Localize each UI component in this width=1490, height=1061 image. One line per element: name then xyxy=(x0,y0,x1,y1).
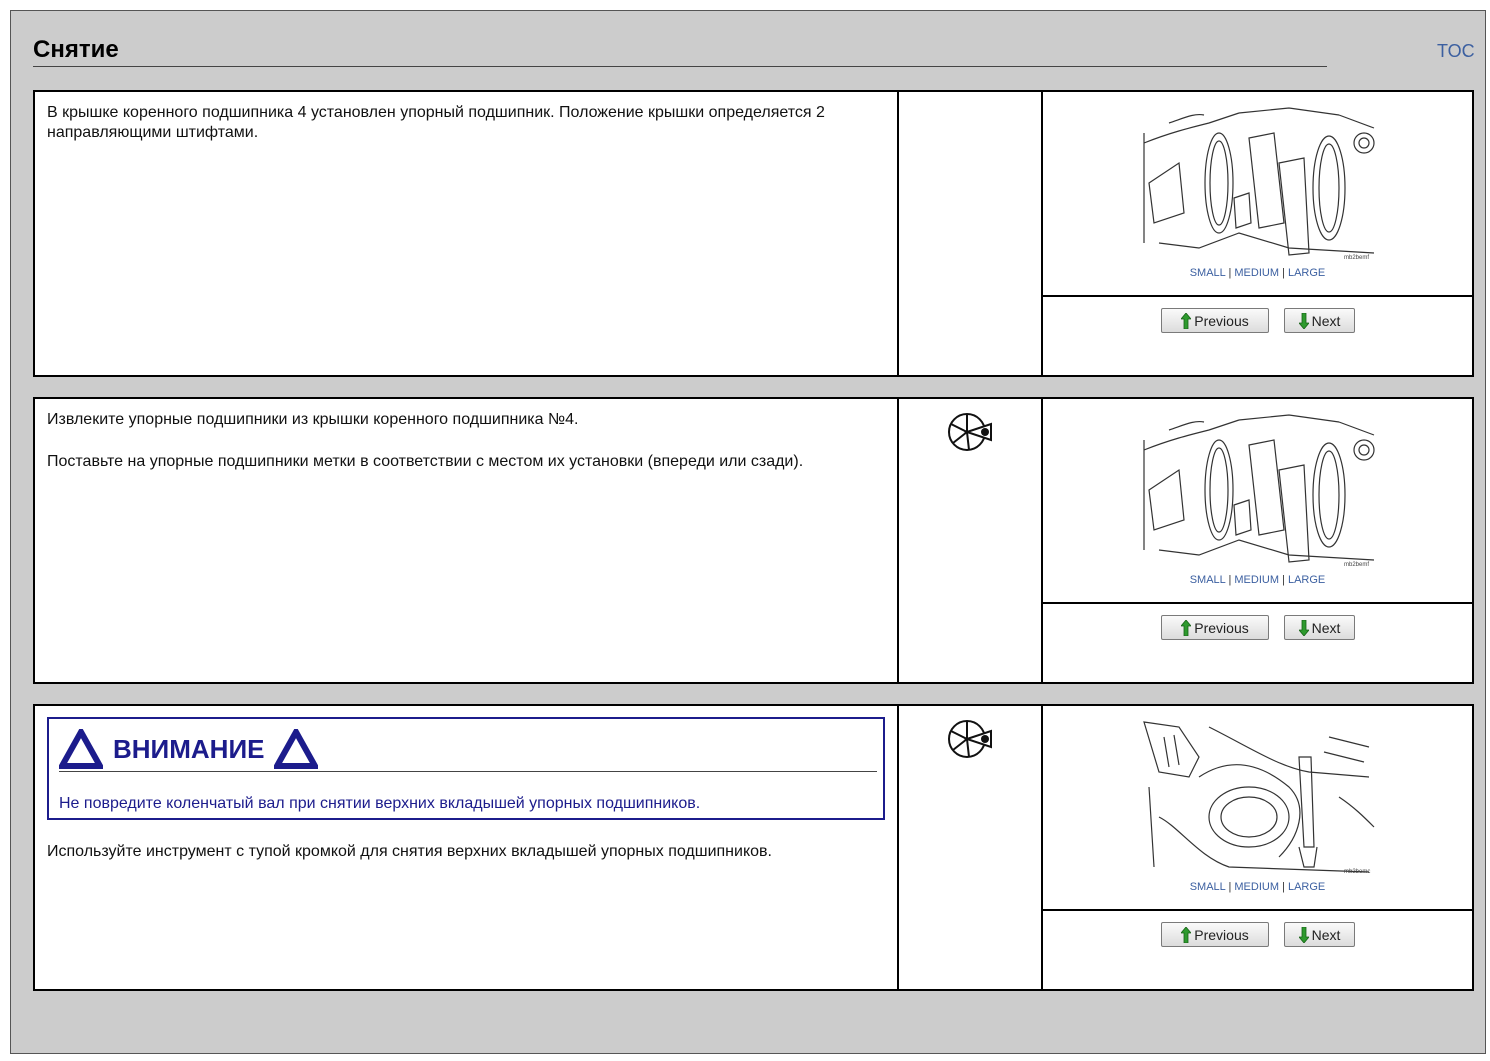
size-link-small[interactable]: SMALL xyxy=(1190,881,1226,893)
green-arrow-down-icon xyxy=(1298,312,1309,329)
next-button[interactable]: Next xyxy=(1284,308,1355,333)
navigation-cell: Previous Next xyxy=(1043,295,1472,375)
size-link-medium[interactable]: MEDIUM xyxy=(1234,881,1279,893)
crankshaft-illustration[interactable]: mb2bemc xyxy=(1139,717,1379,877)
size-link-medium[interactable]: MEDIUM xyxy=(1234,574,1279,586)
link-separator: | xyxy=(1228,267,1232,279)
step-text-cell: Извлеките упорные подшипники из крышки к… xyxy=(35,399,899,682)
previous-label: Previous xyxy=(1194,619,1249,636)
image-size-links: SMALL | MEDIUM | LARGE xyxy=(1043,574,1472,586)
step-row-1: В крышке коренного подшипника 4 установл… xyxy=(33,90,1474,377)
next-label: Next xyxy=(1311,619,1341,636)
step-text-cell: В крышке коренного подшипника 4 установл… xyxy=(35,92,899,375)
image-cell: mb2bemc SMALL | MEDIUM | LARGE xyxy=(1043,706,1472,911)
toc-link[interactable]: TOC xyxy=(1437,41,1475,62)
link-separator: | xyxy=(1282,881,1285,893)
link-separator: | xyxy=(1228,881,1232,893)
step-row-2: Извлеките упорные подшипники из крышки к… xyxy=(33,397,1474,684)
warning-text: Не повредите коленчатый вал при снятии в… xyxy=(59,795,701,812)
warning-header: ВНИМАНИЕ xyxy=(59,729,319,769)
green-arrow-up-icon xyxy=(1181,312,1192,329)
previous-label: Previous xyxy=(1194,312,1249,329)
green-arrow-down-icon xyxy=(1298,926,1309,943)
previous-button[interactable]: Previous xyxy=(1161,922,1269,947)
figure-code: mb2bemf xyxy=(1344,562,1369,568)
previous-button[interactable]: Previous xyxy=(1161,615,1269,640)
green-arrow-up-icon xyxy=(1181,619,1192,636)
image-size-links: SMALL | MEDIUM | LARGE xyxy=(1043,267,1472,279)
title-divider xyxy=(33,66,1327,67)
engine-illustration[interactable]: mb2bemf xyxy=(1139,103,1379,263)
link-separator: | xyxy=(1282,267,1285,279)
step-image-column: mb2bemf SMALL | MEDIUM | LARGE Previous … xyxy=(1043,399,1472,682)
size-link-large[interactable]: LARGE xyxy=(1288,574,1325,586)
step-image-column: mb2bemf SMALL | MEDIUM | LARGE Previous … xyxy=(1043,92,1472,375)
size-link-large[interactable]: LARGE xyxy=(1288,267,1325,279)
size-link-small[interactable]: SMALL xyxy=(1190,574,1226,586)
step-paragraph: Используйте инструмент с тупой кромкой д… xyxy=(47,843,772,860)
step-paragraph: В крышке коренного подшипника 4 установл… xyxy=(47,104,825,141)
warning-divider xyxy=(59,771,877,772)
step-paragraph: Поставьте на упорные подшипники метки в … xyxy=(47,453,804,470)
previous-label: Previous xyxy=(1194,926,1249,943)
warning-box: ВНИМАНИЕ Не повредите коленчатый вал при… xyxy=(47,717,885,820)
previous-button[interactable]: Previous xyxy=(1161,308,1269,333)
step-paragraph: Извлеките упорные подшипники из крышки к… xyxy=(47,411,579,428)
step-text-cell: ВНИМАНИЕ Не повредите коленчатый вал при… xyxy=(35,706,899,989)
next-label: Next xyxy=(1311,312,1341,329)
green-arrow-up-icon xyxy=(1181,926,1192,943)
figure-code: mb2bemf xyxy=(1344,255,1369,261)
image-cell: mb2bemf SMALL | MEDIUM | LARGE xyxy=(1043,92,1472,297)
step-icon-cell xyxy=(899,706,1043,989)
link-separator: | xyxy=(1228,574,1232,586)
navigation-cell: Previous Next xyxy=(1043,909,1472,989)
page-title: Снятие xyxy=(33,36,119,63)
step-icon-cell xyxy=(899,92,1043,375)
tool-wheel-icon xyxy=(948,413,992,451)
size-link-small[interactable]: SMALL xyxy=(1190,267,1226,279)
size-link-large[interactable]: LARGE xyxy=(1288,881,1325,893)
warning-triangle-icon xyxy=(59,729,103,769)
step-image-column: mb2bemc SMALL | MEDIUM | LARGE Previous … xyxy=(1043,706,1472,989)
image-size-links: SMALL | MEDIUM | LARGE xyxy=(1043,881,1472,893)
warning-title: ВНИМАНИЕ xyxy=(113,734,265,764)
figure-code: mb2bemc xyxy=(1344,869,1370,875)
warning-triangle-icon xyxy=(274,729,319,769)
step-row-3: ВНИМАНИЕ Не повредите коленчатый вал при… xyxy=(33,704,1474,991)
image-cell: mb2bemf SMALL | MEDIUM | LARGE xyxy=(1043,399,1472,604)
next-label: Next xyxy=(1311,926,1341,943)
next-button[interactable]: Next xyxy=(1284,922,1355,947)
link-separator: | xyxy=(1282,574,1285,586)
engine-illustration[interactable]: mb2bemf xyxy=(1139,410,1379,570)
tool-wheel-icon xyxy=(948,720,992,758)
green-arrow-down-icon xyxy=(1298,619,1309,636)
navigation-cell: Previous Next xyxy=(1043,602,1472,682)
step-icon-cell xyxy=(899,399,1043,682)
next-button[interactable]: Next xyxy=(1284,615,1355,640)
size-link-medium[interactable]: MEDIUM xyxy=(1234,267,1279,279)
